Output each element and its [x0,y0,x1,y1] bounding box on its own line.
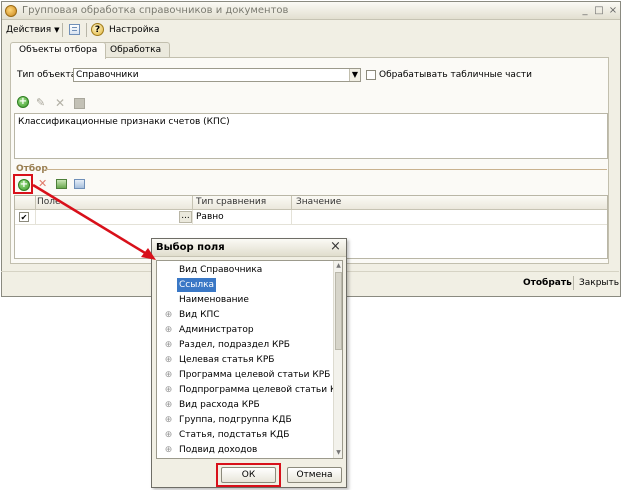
tab-selection-objects[interactable]: Объекты отбора [10,42,107,59]
annotation-arrow [32,183,156,260]
